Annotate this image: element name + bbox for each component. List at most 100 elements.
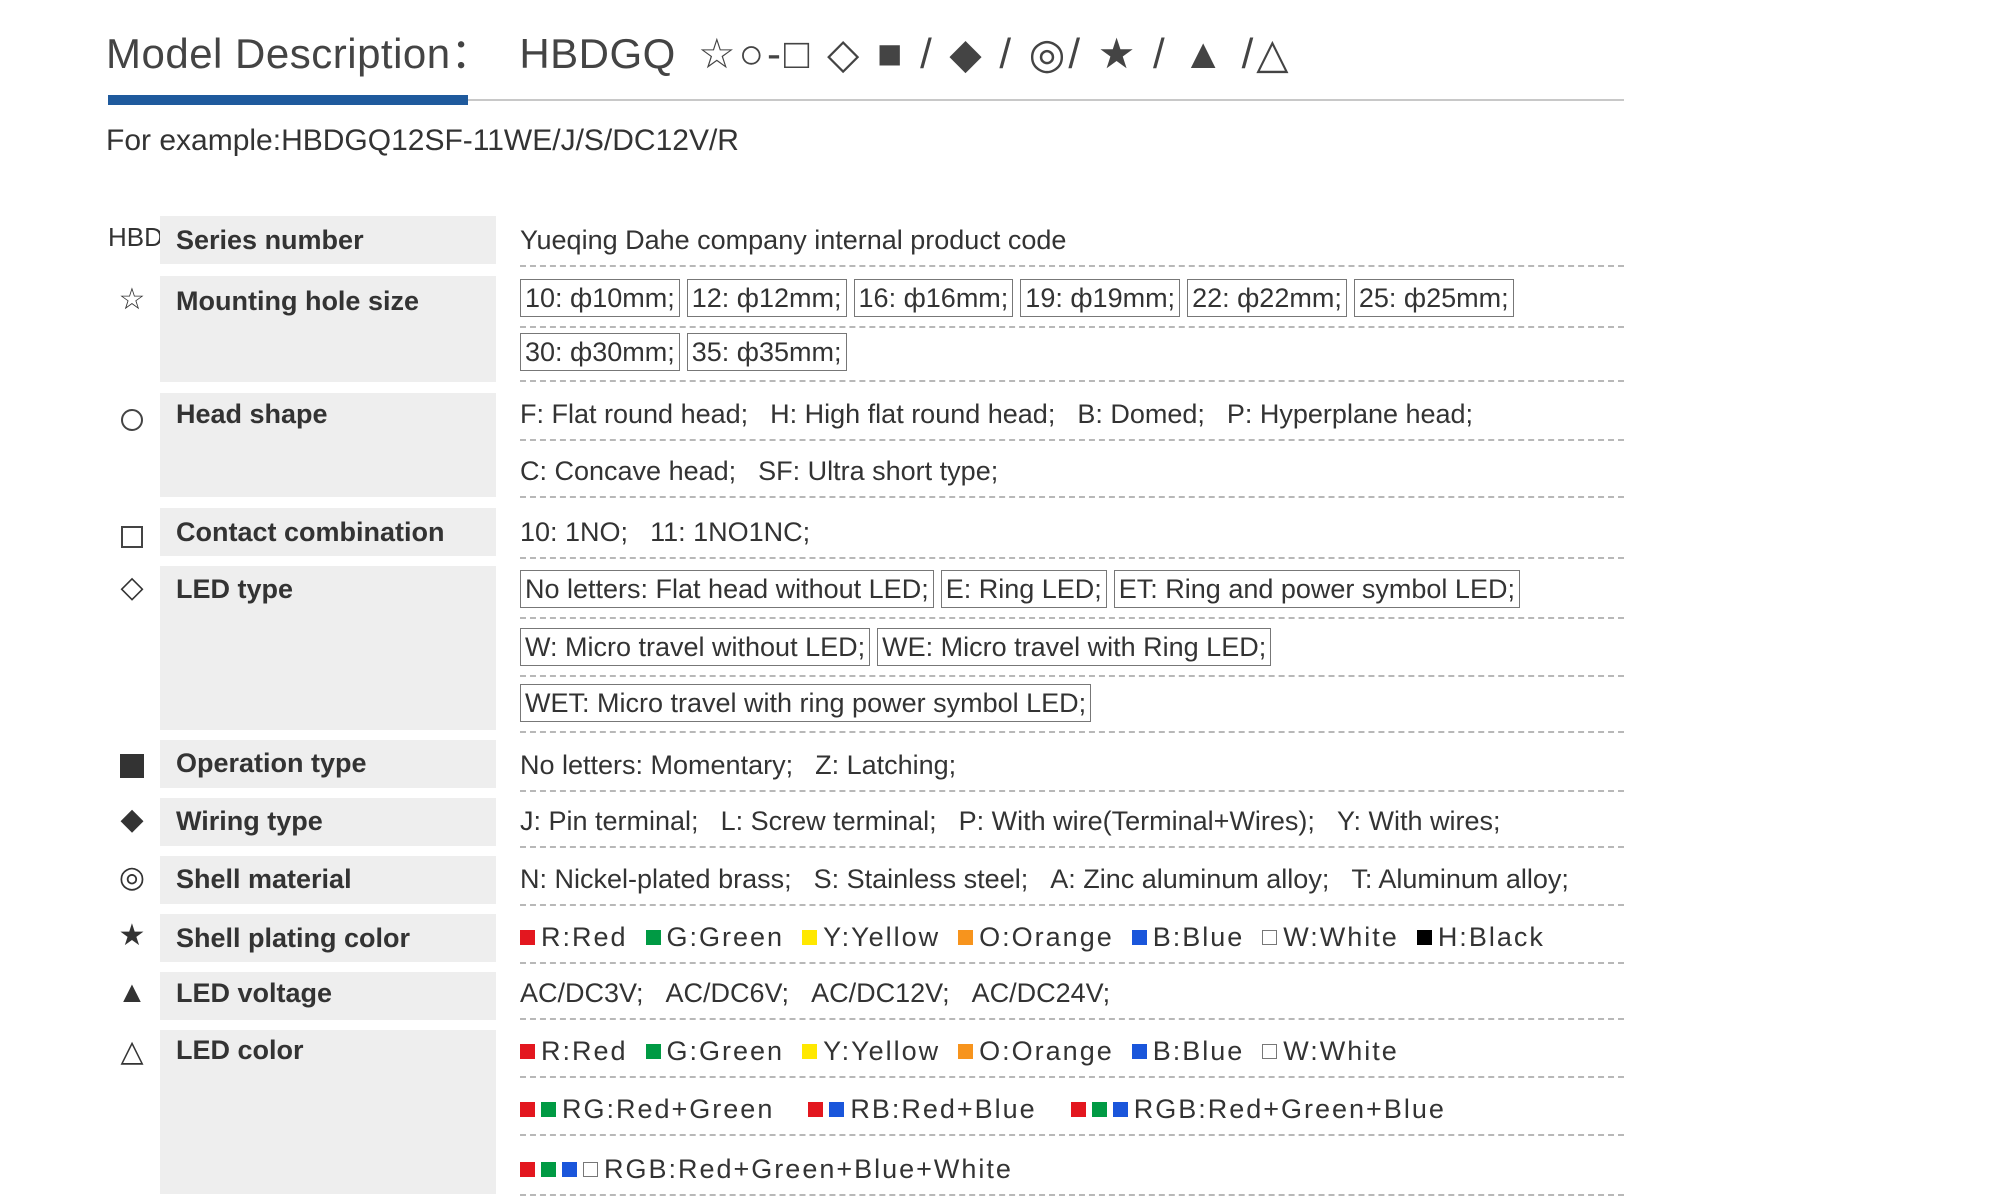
row-series-number: HBDGQ Series number Yueqing Dahe company… [0,216,1640,267]
title-text: Model Description： [106,30,494,77]
green-swatch [645,1044,661,1059]
option-text: T: Aluminum alloy; [1351,864,1569,894]
green-swatch [645,930,661,945]
red-swatch [520,1044,535,1059]
row-contact-combination: Contact combination 10: 1NO; 11: 1NO1NC; [0,508,1640,559]
green-swatch [541,1162,556,1177]
diamond-filled-icon: ◆ [120,803,144,836]
row-label: Mounting hole size [176,286,419,316]
black-swatch [1416,930,1432,945]
white-swatch [1262,930,1278,945]
color-option: W:White [1262,1036,1399,1067]
blue-swatch [1131,930,1147,945]
option-text: C: Concave head; [520,456,737,486]
green-swatch [1091,1102,1107,1117]
option-box: 19: ф19mm; [1020,279,1181,317]
option-text: P: With wire(Terminal+Wires); [958,806,1315,836]
row-label: Shell material [176,864,352,894]
color-option: RG:Red+Green [520,1094,774,1125]
color-option: R:Red [520,922,628,953]
option-text: H: High flat round head; [770,399,1056,429]
value-line: No letters: Flat head without LED; E: Rin… [520,570,1624,619]
option-text: 11: 1NO1NC; [650,517,811,547]
option-text: J: Pin terminal; [520,806,699,836]
star-filled-icon: ★ [118,919,146,952]
value-line: C: Concave head; SF: Ultra short type; [520,456,1624,498]
option-box: No letters: Flat head without LED; [520,570,934,608]
option-text: Y: With wires; [1336,806,1501,836]
red-swatch [520,1102,535,1117]
example-text: For example:HBDGQ12SF-11WE/J/S/DC12V/R [106,124,739,157]
color-option: W:White [1262,922,1399,953]
option-text: S: Stainless steel; [813,864,1029,894]
option-text: AC/DC6V; [665,978,790,1008]
color-option: RB:Red+Blue [808,1094,1036,1125]
value-line: WET: Micro travel with ring power symbol… [520,684,1624,733]
row-label: Head shape [176,399,328,429]
value-line: AC/DC3V; AC/DC6V; AC/DC12V; AC/DC24V; [520,978,1624,1020]
color-option: H:Black [1416,922,1545,953]
title-accent-bar [108,95,468,105]
option-text: 10: 1NO; [520,517,629,547]
square-outline-icon [108,522,156,556]
color-option: RGB:Red+Green+Blue [1070,1094,1446,1125]
row-shell-material: ◎ Shell material N: Nickel-plated brass;… [0,856,1640,906]
option-box: WET: Micro travel with ring power symbol… [520,684,1092,722]
row-shell-plating-color: ★ Shell plating color R:Red G:Green Y:Yell… [0,914,1640,964]
option-box: ET: Ring and power symbol LED; [1113,570,1520,608]
row-led-type: ◇ LED type No letters: Flat head without… [0,566,1640,733]
value-line: R:Red G:Green Y:Yellow O:Orange B:Blue W:Whit… [520,922,1624,964]
red-swatch [520,1162,535,1177]
orange-swatch [958,930,974,945]
value-line: W: Micro travel without LED; WE: Micro tr… [520,628,1624,677]
page-title: Model Description： HBDGQ ☆○-□ ◇ ■ / ◆ / … [106,20,1292,81]
value-line: 10: ф10mm; 12: ф12mm; 16: ф16mm; 19: ф19mm;… [520,279,1624,328]
square-filled-icon [108,752,156,786]
option-text: L: Screw terminal; [720,806,937,836]
red-swatch [808,1102,824,1117]
option-text: B: Domed; [1077,399,1205,429]
option-box: WE: Micro travel with Ring LED; [877,628,1272,666]
value-line: Yueqing Dahe company internal product co… [520,225,1624,267]
option-box: 35: ф35mm; [686,333,847,371]
option-text: No letters: Momentary; [520,750,794,780]
option-box: 16: ф16mm; [853,279,1014,317]
red-swatch [520,930,535,945]
model-symbols: ☆○-□ ◇ ■ / ◆ / ◎/ ★ / ▲ /△ [698,30,1292,77]
green-swatch [541,1102,556,1117]
option-text: F: Flat round head; [520,399,749,429]
row-led-color: △ LED color R:Red G:Green Y:Yellow O:Orange… [0,1030,1640,1196]
option-box: 10: ф10mm; [520,279,680,317]
row-mounting-hole-size: ☆ Mounting hole size 10: ф10mm; 12: ф12mm… [0,276,1640,382]
blue-swatch [1112,1102,1128,1117]
value-line: N: Nickel-plated brass; S: Stainless stee… [520,864,1624,906]
blue-swatch [562,1162,577,1177]
value-line: J: Pin terminal; L: Screw terminal; P: Wit… [520,806,1624,848]
color-option: Y:Yellow [802,922,940,953]
option-text: N: Nickel-plated brass; [520,864,792,894]
row-label: Wiring type [176,806,323,836]
diamond-outline-icon: ◇ [120,571,144,604]
option-text: AC/DC12V; [811,978,950,1008]
color-option: G:Green [645,1036,785,1067]
row-wiring-type: ◆ Wiring type J: Pin terminal; L: Screw t… [0,798,1640,848]
option-box: 30: ф30mm; [520,333,680,371]
option-text: SF: Ultra short type; [758,456,999,486]
row-label: Operation type [176,748,367,778]
color-option: G:Green [645,922,785,953]
option-box: 12: ф12mm; [686,279,847,317]
row-label: LED voltage [176,978,333,1008]
value-line: F: Flat round head; H: High flat round he… [520,399,1624,441]
row-head-shape: Head shape F: Flat round head; H: High fl… [0,393,1640,498]
color-option: O:Orange [958,922,1114,953]
color-option: RGB:Red+Green+Blue+White [520,1154,1013,1185]
triangle-outline-icon: △ [120,1035,144,1068]
option-text: P: Hyperplane head; [1226,399,1474,429]
value-line: 30: ф30mm; 35: ф35mm; [520,333,1624,382]
option-box: 22: ф22mm; [1187,279,1347,317]
option-box: E: Ring LED; [940,570,1107,608]
red-swatch [1070,1102,1086,1117]
row-label: LED type [176,574,294,604]
white-swatch [583,1162,598,1177]
circle-outline-icon [108,405,156,439]
